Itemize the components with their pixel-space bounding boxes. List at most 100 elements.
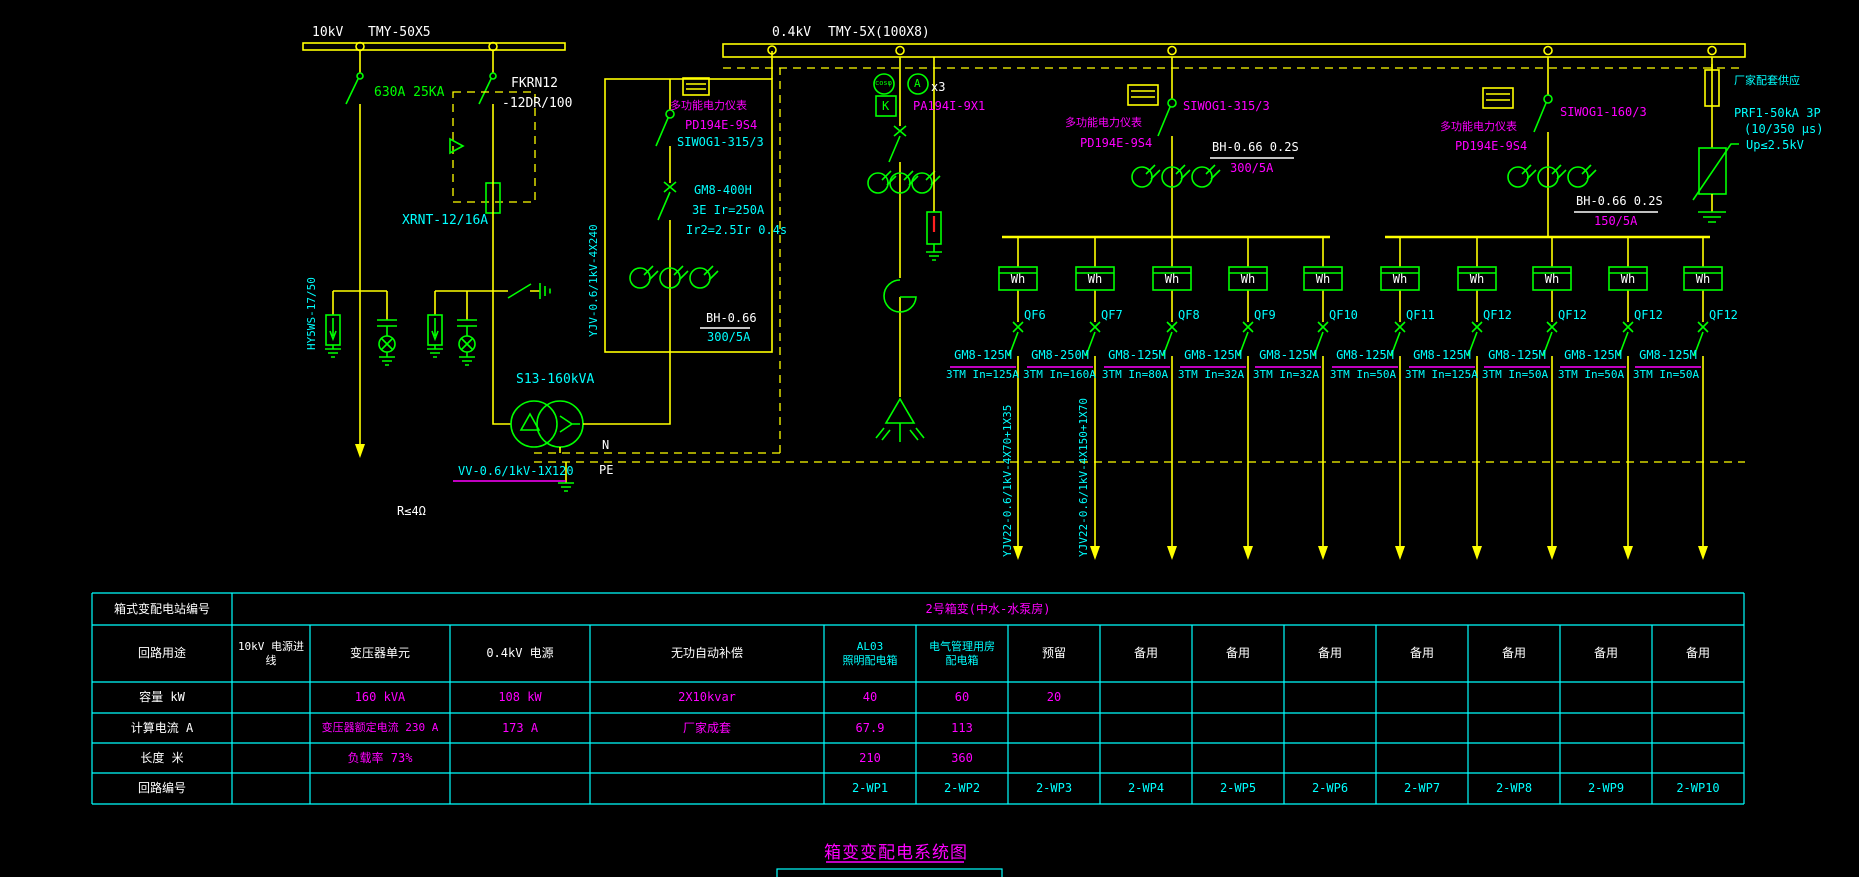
incoming-ct-ratio: 300/5A bbox=[707, 331, 750, 344]
hv-arrester-model: HY5WS-17/50 bbox=[306, 277, 318, 350]
table-cell: 113 bbox=[918, 713, 1006, 743]
feeder-breaker-model: GM8-125M bbox=[1484, 349, 1550, 362]
feeder-breaker-model: GM8-125M bbox=[950, 349, 1016, 362]
sub1-meter-name: 多功能电力仪表 bbox=[1065, 117, 1142, 129]
sub2-ct-model: BH-0.66 0.2S bbox=[1576, 195, 1663, 208]
table-cell: 备用 bbox=[1194, 625, 1282, 682]
table-cell: 2-WP5 bbox=[1194, 773, 1282, 804]
feeder-breaker-model: GM8-250M bbox=[1027, 349, 1093, 362]
cad-drawing-canvas: 10kVTMY-50X5630A 25KAFKRN12-12DR/100XRNT… bbox=[0, 0, 1859, 877]
wh-meter-label: Wh bbox=[1076, 273, 1114, 286]
sub1-switch-model: SIWOG1-315/3 bbox=[1183, 100, 1270, 113]
wh-meter-label: Wh bbox=[1381, 273, 1419, 286]
spd-up: Up≤2.5kV bbox=[1746, 139, 1804, 152]
ammeter-qty: x3 bbox=[931, 81, 945, 94]
table-cell: 0.4kV 电源 bbox=[452, 625, 588, 682]
wh-meter-label: Wh bbox=[1533, 273, 1571, 286]
table-cell: 67.9 bbox=[826, 713, 914, 743]
lv-cable-model: YJV-0.6/1kV-4X240 bbox=[588, 224, 600, 337]
feeder-breaker-rating: 3TM In=160A bbox=[1023, 369, 1093, 381]
table-cell: 2-WP9 bbox=[1562, 773, 1650, 804]
table-cell: 2-WP4 bbox=[1102, 773, 1190, 804]
wh-meter-label: Wh bbox=[1304, 273, 1342, 286]
feeder-breaker-id: QF7 bbox=[1101, 309, 1123, 322]
drawing-title: 箱变变配电系统图 bbox=[824, 838, 968, 863]
feeder-breaker-id: QF10 bbox=[1329, 309, 1358, 322]
sub1-ct-model: BH-0.66 0.2S bbox=[1212, 141, 1299, 154]
feeder-breaker-model: GM8-125M bbox=[1104, 349, 1170, 362]
feeder-breaker-id: QF6 bbox=[1024, 309, 1046, 322]
ammeter-model: PA194I-9X1 bbox=[913, 100, 985, 113]
table-cell: 2-WP7 bbox=[1378, 773, 1466, 804]
table-cell: 173 A bbox=[452, 713, 588, 743]
wh-meter-label: Wh bbox=[1229, 273, 1267, 286]
table-cell: 360 bbox=[918, 743, 1006, 773]
feeder-breaker-rating: 3TM In=50A bbox=[1480, 369, 1550, 381]
wh-meter-label: Wh bbox=[999, 273, 1037, 286]
table-cell: 长度 米 bbox=[94, 743, 230, 773]
sub1-meter-model: PD194E-9S4 bbox=[1080, 137, 1152, 150]
spd-model: PRF1-50kA 3P bbox=[1734, 107, 1821, 120]
spd-supplier-note: 厂家配套供应 bbox=[1734, 75, 1800, 87]
feeder-breaker-rating: 3TM In=50A bbox=[1631, 369, 1701, 381]
incoming-ct-model: BH-0.66 bbox=[706, 312, 757, 325]
table-cell: 电气管理用房 配电箱 bbox=[918, 625, 1006, 682]
table-cell: 预留 bbox=[1010, 625, 1098, 682]
sub2-ct-ratio: 150/5A bbox=[1594, 215, 1637, 228]
contactor-k-label: K bbox=[882, 100, 889, 113]
feeder-breaker-id: QF12 bbox=[1709, 309, 1738, 322]
incoming-breaker-model: GM8-400H bbox=[694, 184, 752, 197]
feeder-breaker-model: GM8-125M bbox=[1635, 349, 1701, 362]
table-cell: 负载率 73% bbox=[312, 743, 448, 773]
label-overlay: 10kVTMY-50X5630A 25KAFKRN12-12DR/100XRNT… bbox=[0, 0, 1859, 877]
incoming-meter-model: PD194E-9S4 bbox=[685, 119, 757, 132]
feeder-breaker-id: QF12 bbox=[1558, 309, 1587, 322]
feeder-breaker-model: GM8-125M bbox=[1332, 349, 1398, 362]
table-cell: 计算电流 A bbox=[94, 713, 230, 743]
pe-label: PE bbox=[599, 464, 613, 477]
feeder-breaker-rating: 3TM In=32A bbox=[1251, 369, 1321, 381]
spd-wave: (10/350 μs) bbox=[1744, 123, 1823, 136]
table-cell: 2X10kvar bbox=[592, 682, 822, 713]
feeder-breaker-id: QF11 bbox=[1406, 309, 1435, 322]
hv-bus-voltage: 10kV bbox=[312, 26, 343, 40]
table-cell: 2-WP2 bbox=[918, 773, 1006, 804]
hv-load-switch-model: FKRN12 bbox=[511, 77, 558, 91]
feeder-breaker-model: GM8-125M bbox=[1180, 349, 1246, 362]
table-cell: 2-WP1 bbox=[826, 773, 914, 804]
table-cell: 2-WP10 bbox=[1654, 773, 1742, 804]
table-cell: 备用 bbox=[1470, 625, 1558, 682]
table-cell: 210 bbox=[826, 743, 914, 773]
feeder-breaker-rating: 3TM In=125A bbox=[1405, 369, 1475, 381]
feeder-breaker-id: QF12 bbox=[1483, 309, 1512, 322]
table-cell: 变压器额定电流 230 A bbox=[312, 713, 448, 743]
feeder-breaker-rating: 3TM In=50A bbox=[1556, 369, 1626, 381]
table-cell: 108 kW bbox=[452, 682, 588, 713]
table-cell: 160 kVA bbox=[312, 682, 448, 713]
table-cell: 2-WP6 bbox=[1286, 773, 1374, 804]
table-cell: 回路编号 bbox=[94, 773, 230, 804]
ammeter-glyph: A bbox=[914, 78, 921, 90]
table-cell: 10kV 电源进线 bbox=[234, 625, 308, 682]
feeder-breaker-rating: 3TM In=50A bbox=[1328, 369, 1398, 381]
lv-bus-model: TMY-5X(100X8) bbox=[828, 26, 930, 40]
wh-meter-label: Wh bbox=[1684, 273, 1722, 286]
feeder-breaker-rating: 3TM In=125A bbox=[946, 369, 1016, 381]
table-cell: 20 bbox=[1010, 682, 1098, 713]
incoming-meter-name: 多功能电力仪表 bbox=[670, 100, 747, 112]
sub2-switch-model: SIWOG1-160/3 bbox=[1560, 106, 1647, 119]
incoming-breaker-trip2: Ir2=2.5Ir 0.4s bbox=[686, 224, 787, 237]
table-cell: 无功自动补偿 bbox=[592, 625, 822, 682]
hv-load-switch-type: -12DR/100 bbox=[502, 97, 572, 111]
feeder-breaker-id: QF12 bbox=[1634, 309, 1663, 322]
table-cell: 备用 bbox=[1378, 625, 1466, 682]
table-cell: 变压器单元 bbox=[312, 625, 448, 682]
hv-fuse-model: XRNT-12/16A bbox=[402, 214, 488, 228]
feeder1-cable-model: YJV22-0.6/1kV-4X70+1X35 bbox=[1002, 405, 1014, 557]
feeder-breaker-model: GM8-125M bbox=[1255, 349, 1321, 362]
feeder-breaker-rating: 3TM In=32A bbox=[1176, 369, 1246, 381]
table-cell: 备用 bbox=[1102, 625, 1190, 682]
sub2-meter-model: PD194E-9S4 bbox=[1455, 140, 1527, 153]
feeder-breaker-rating: 3TM In=80A bbox=[1100, 369, 1170, 381]
feeder-breaker-id: QF9 bbox=[1254, 309, 1276, 322]
